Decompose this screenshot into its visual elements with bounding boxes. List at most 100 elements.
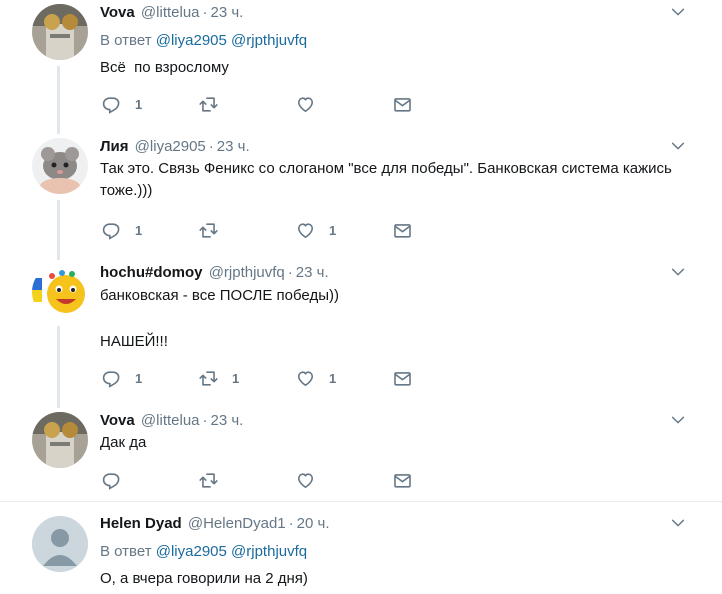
mention-link[interactable]: @rjpthjuvfq	[231, 543, 307, 560]
separator-dot: ·	[202, 412, 208, 429]
username[interactable]: @rjpthjuvfq	[209, 264, 285, 281]
reply-context: В ответ @liya2905 @rjpthjuvfq	[100, 31, 692, 51]
tweet-actions: 1	[102, 94, 490, 114]
tweet-header: Vova @littelua · 23 ч.	[100, 3, 692, 23]
reply-button[interactable]: 1	[102, 221, 199, 240]
timestamp[interactable]: 20 ч.	[297, 515, 330, 532]
like-button[interactable]: 1	[296, 369, 393, 388]
tweet-header: Helen Dyad @HelenDyad1 · 20 ч.	[100, 514, 692, 534]
like-count: 1	[329, 370, 337, 386]
tweet-actions: 1 1 1	[102, 368, 490, 388]
timestamp[interactable]: 23 ч.	[211, 4, 244, 21]
tweet[interactable]: Helen Dyad @HelenDyad1 · 20 ч. В ответ @li…	[0, 511, 722, 594]
separator-dot: ·	[202, 4, 208, 21]
mention-link[interactable]: @rjpthjuvfq	[231, 32, 307, 49]
reply-icon	[102, 95, 121, 114]
fullname[interactable]: Лия	[100, 138, 129, 155]
thread-line	[57, 200, 60, 260]
retweet-icon	[199, 369, 218, 388]
tweet[interactable]: Лия @liya2905 · 23 ч. Так это. Связь Феник…	[0, 134, 722, 260]
envelope-icon	[393, 221, 412, 240]
message-button[interactable]	[393, 471, 490, 490]
timestamp[interactable]: 23 ч.	[217, 138, 250, 155]
like-button[interactable]	[296, 471, 393, 490]
reply-prefix: В ответ	[100, 32, 152, 49]
reply-button[interactable]: 1	[102, 369, 199, 388]
tweet[interactable]: Vova @littelua · 23 ч. Дак да	[0, 408, 722, 500]
tweet-content: Vova @littelua · 23 ч. Дак да	[100, 411, 692, 454]
username[interactable]: @HelenDyad1	[188, 515, 286, 532]
chevron-down-icon[interactable]	[670, 412, 686, 428]
reply-prefix: В ответ	[100, 543, 152, 560]
message-button[interactable]	[393, 221, 490, 240]
chevron-down-icon[interactable]	[670, 138, 686, 154]
heart-icon	[296, 471, 315, 490]
avatar[interactable]	[32, 264, 88, 320]
reply-icon	[102, 369, 121, 388]
username[interactable]: @liya2905	[135, 138, 206, 155]
heart-icon	[296, 369, 315, 388]
tweet-text: Дак да	[100, 434, 147, 451]
fullname[interactable]: Vova	[100, 4, 135, 21]
reply-count: 1	[135, 370, 143, 386]
retweet-count: 1	[232, 370, 240, 386]
chevron-down-icon[interactable]	[670, 4, 686, 20]
fullname[interactable]: Vova	[100, 412, 135, 429]
tweet-content: Helen Dyad @HelenDyad1 · 20 ч. В ответ @li…	[100, 514, 692, 590]
avatar-image-icon	[32, 412, 88, 468]
mention-link[interactable]: @liya2905	[156, 32, 227, 49]
reply-icon	[102, 471, 121, 490]
avatar[interactable]	[32, 516, 88, 572]
reply-icon	[102, 221, 121, 240]
thread-divider	[0, 501, 722, 502]
avatar-image-icon	[32, 4, 88, 60]
fullname[interactable]: Helen Dyad	[100, 515, 182, 532]
username[interactable]: @littelua	[141, 412, 200, 429]
retweet-button[interactable]	[199, 95, 296, 114]
tweet-header: Лия @liya2905 · 23 ч.	[100, 137, 692, 157]
retweet-button[interactable]	[199, 221, 296, 240]
envelope-icon	[393, 471, 412, 490]
reply-context: В ответ @liya2905 @rjpthjuvfq	[100, 542, 692, 562]
heart-icon	[296, 221, 315, 240]
thread-line	[57, 326, 60, 408]
chevron-down-icon[interactable]	[670, 515, 686, 531]
retweet-icon	[199, 471, 218, 490]
tweet-actions	[102, 470, 490, 490]
avatar[interactable]	[32, 138, 88, 194]
tweet[interactable]: Vova @littelua · 23 ч. В ответ @liya2905 @…	[0, 0, 722, 134]
heart-icon	[296, 95, 315, 114]
separator-dot: ·	[208, 138, 214, 155]
retweet-button[interactable]	[199, 471, 296, 490]
timestamp[interactable]: 23 ч.	[296, 264, 329, 281]
envelope-icon	[393, 369, 412, 388]
tweet-actions: 1 1	[102, 220, 490, 240]
tweet[interactable]: hochu#domoy @rjpthjuvfq · 23 ч. банковская…	[0, 260, 722, 408]
avatar[interactable]	[32, 412, 88, 468]
like-button[interactable]	[296, 95, 393, 114]
reply-button[interactable]: 1	[102, 95, 199, 114]
message-button[interactable]	[393, 95, 490, 114]
reply-button[interactable]	[102, 471, 199, 490]
avatar-image-icon	[32, 138, 88, 194]
tweet-content: Лия @liya2905 · 23 ч. Так это. Связь Феник…	[100, 137, 692, 202]
avatar[interactable]	[32, 4, 88, 60]
tweet-header: Vova @littelua · 23 ч.	[100, 411, 692, 431]
retweet-button[interactable]: 1	[199, 369, 296, 388]
like-count: 1	[329, 222, 337, 238]
mention-link[interactable]: @liya2905	[156, 543, 227, 560]
tweet-content: Vova @littelua · 23 ч. В ответ @liya2905 @…	[100, 3, 692, 79]
message-button[interactable]	[393, 369, 490, 388]
separator-dot: ·	[288, 515, 294, 532]
username[interactable]: @littelua	[141, 4, 200, 21]
like-button[interactable]: 1	[296, 221, 393, 240]
default-avatar-icon	[32, 516, 88, 572]
tweet-text: банковская - все ПОСЛЕ победы)) НАШЕЙ!!!	[100, 287, 339, 350]
fullname[interactable]: hochu#domoy	[100, 264, 203, 281]
thread-line	[57, 66, 60, 134]
chevron-down-icon[interactable]	[670, 264, 686, 280]
envelope-icon	[393, 95, 412, 114]
reply-count: 1	[135, 222, 143, 238]
timestamp[interactable]: 23 ч.	[211, 412, 244, 429]
avatar-image-icon	[32, 264, 88, 320]
